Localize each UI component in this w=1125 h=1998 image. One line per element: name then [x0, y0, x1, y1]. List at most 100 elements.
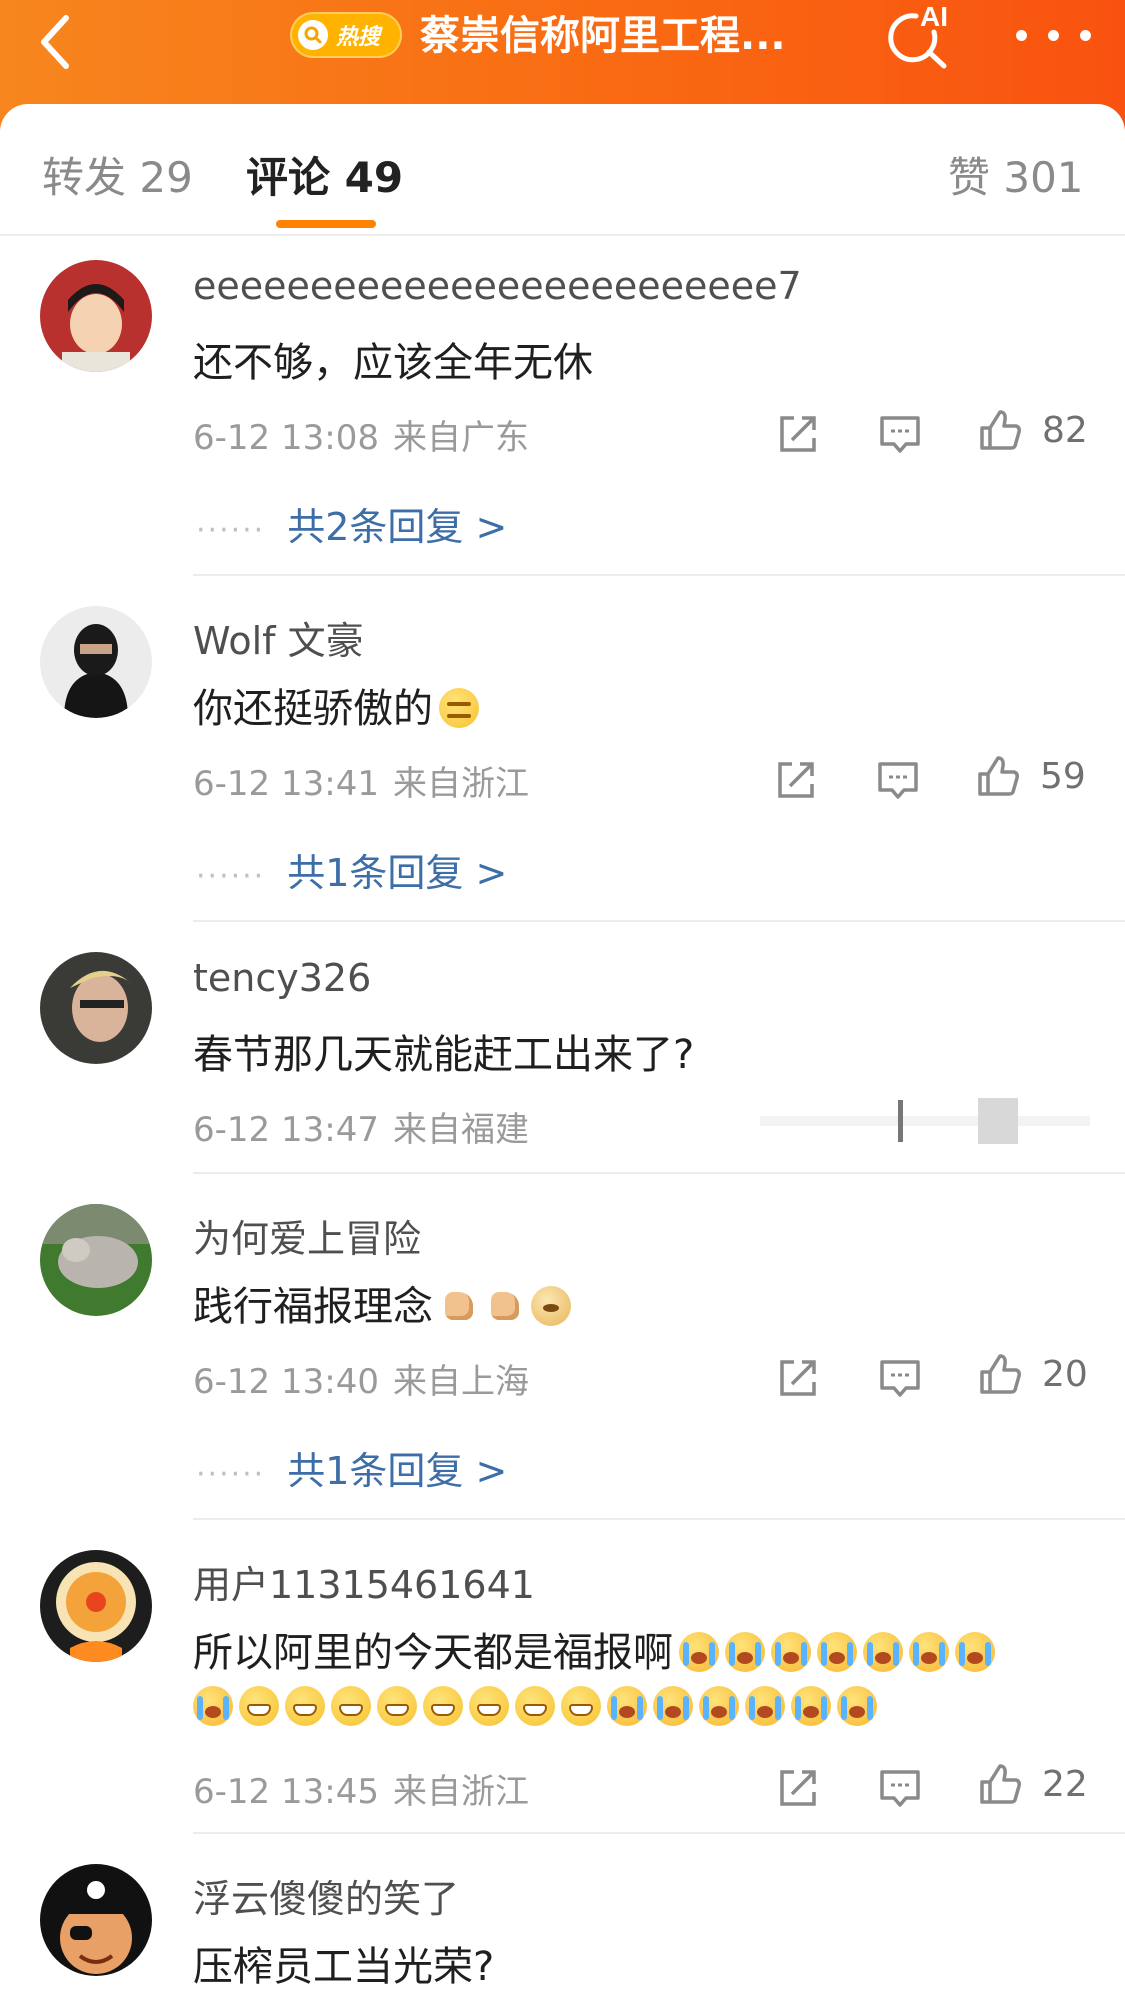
grin-emoji-icon [331, 1686, 371, 1726]
comment-meta: 6-12 13:08 来自广东 [193, 410, 529, 459]
view-replies-link[interactable]: ······ 共1条回复 > [196, 842, 507, 897]
replies-label: 共2条回复 > [287, 505, 508, 549]
like-icon[interactable] [976, 1760, 1024, 1808]
grin-emoji-icon [377, 1686, 417, 1726]
like-count: 59 [1040, 756, 1086, 797]
comment-meta: 6-12 13:41 来自浙江 [193, 756, 529, 805]
replies-dots: ······ [196, 513, 266, 548]
cry-emoji-icon [909, 1632, 949, 1672]
avatar[interactable] [40, 606, 152, 718]
comment-username[interactable]: 用户11315461641 [193, 1554, 535, 1609]
ai-label: AI [920, 1, 948, 32]
comment-text: 你还挺骄傲的 [193, 676, 479, 734]
comment-text: 春节那几天就能赶工出来了? [193, 1032, 695, 1078]
replies-dots: ······ [196, 859, 266, 894]
ai-search-button[interactable]: AI [880, 0, 960, 72]
comment-username[interactable]: Wolf 文豪 [193, 610, 364, 665]
share-icon[interactable] [774, 1764, 822, 1812]
share-icon[interactable] [772, 756, 820, 804]
comment-divider [193, 1172, 1125, 1174]
comment-username[interactable]: 为何爱上冒险 [193, 1208, 421, 1263]
comment-time: 6-12 13:41 [193, 764, 379, 804]
share-icon[interactable] [774, 1354, 822, 1402]
like-count: 20 [1042, 1354, 1088, 1395]
comment-text-body: 所以阿里的今天都是福报啊 [193, 1630, 673, 1676]
view-replies-link[interactable]: ······ 共2条回复 > [196, 496, 507, 551]
comment-text: 践行福报理念 [193, 1274, 571, 1332]
comment-icon[interactable] [876, 1764, 924, 1812]
thumbs-up-emoji-icon [439, 1286, 479, 1326]
replies-label: 共1条回复 > [287, 1449, 508, 1493]
comment-time: 6-12 13:40 [193, 1362, 379, 1402]
more-button[interactable] [1010, 14, 1098, 54]
avatar[interactable] [40, 1204, 152, 1316]
search-icon [298, 20, 328, 50]
replies-dots: ······ [196, 1457, 266, 1492]
comment-text: 还不够，应该全年无休 [193, 340, 593, 386]
comment-divider [193, 1518, 1125, 1520]
comment-location: 来自上海 [392, 1362, 529, 1402]
grin-emoji-icon [239, 1686, 279, 1726]
cry-emoji-icon [607, 1686, 647, 1726]
thumbs-up-emoji-icon [485, 1286, 525, 1326]
back-arrow-icon [41, 15, 69, 69]
faded-action-bar [760, 1098, 1090, 1144]
cry-emoji-icon [791, 1686, 831, 1726]
like-count: 22 [1042, 1764, 1088, 1805]
comment-meta: 6-12 13:47 来自福建 [193, 1102, 529, 1151]
grin-emoji-icon [469, 1686, 509, 1726]
comment-icon[interactable] [876, 410, 924, 458]
smirk-emoji-icon [439, 688, 479, 728]
comment-location: 来自广东 [392, 418, 529, 458]
avatar[interactable] [40, 260, 152, 372]
avatar[interactable] [40, 1864, 152, 1976]
share-icon[interactable] [774, 410, 822, 458]
like-icon[interactable] [974, 752, 1022, 800]
comment-meta: 6-12 13:45 来自浙江 [193, 1764, 529, 1813]
comment-text-line2 [193, 1684, 877, 1730]
comment-text: 压榨员工当光荣? [193, 1944, 495, 1990]
grin-emoji-icon [515, 1686, 555, 1726]
grin-emoji-icon [561, 1686, 601, 1726]
comment-location: 来自福建 [392, 1110, 529, 1150]
comment-icon[interactable] [876, 1354, 924, 1402]
cry-emoji-icon [771, 1632, 811, 1672]
comment-location: 来自浙江 [392, 1772, 529, 1812]
comment-time: 6-12 13:08 [193, 418, 379, 458]
cry-emoji-icon [817, 1632, 857, 1672]
doge-emoji-icon [531, 1286, 571, 1326]
tab-comments[interactable]: 评论 49 [246, 144, 403, 205]
comment-icon[interactable] [874, 756, 922, 804]
comment-location: 来自浙江 [392, 764, 529, 804]
comment-username[interactable]: eeeeeeeeeeeeeeeeeeeeeeeee7 [193, 264, 802, 308]
view-replies-link[interactable]: ······ 共1条回复 > [196, 1440, 507, 1495]
replies-label: 共1条回复 > [287, 851, 508, 895]
hot-search-badge[interactable]: 热搜 [290, 12, 402, 58]
cry-emoji-icon [863, 1632, 903, 1672]
cry-emoji-icon [193, 1686, 233, 1726]
tab-likes[interactable]: 赞 301 [948, 144, 1084, 205]
back-button[interactable] [28, 6, 88, 76]
comment-text-body: 践行福报理念 [193, 1284, 433, 1330]
tab-divider [0, 234, 1125, 236]
comment-time: 6-12 13:45 [193, 1772, 379, 1812]
tab-reposts[interactable]: 转发 29 [42, 144, 193, 205]
comment-username[interactable]: tency326 [193, 956, 371, 1000]
cry-emoji-icon [699, 1686, 739, 1726]
active-tab-indicator [276, 220, 376, 228]
like-icon[interactable] [976, 1350, 1024, 1398]
like-icon[interactable] [976, 406, 1024, 454]
grin-emoji-icon [423, 1686, 463, 1726]
cry-emoji-icon [955, 1632, 995, 1672]
grin-emoji-icon [285, 1686, 325, 1726]
cry-emoji-icon [837, 1686, 877, 1726]
comment-meta: 6-12 13:40 来自上海 [193, 1354, 529, 1403]
comment-time: 6-12 13:47 [193, 1110, 379, 1150]
avatar[interactable] [40, 1550, 152, 1662]
like-count: 82 [1042, 410, 1088, 451]
comment-divider [193, 920, 1125, 922]
comment-username[interactable]: 浮云傻傻的笑了 [193, 1868, 459, 1923]
avatar[interactable] [40, 952, 152, 1064]
comment-text-body: 你还挺骄傲的 [193, 686, 433, 732]
comment-divider [193, 574, 1125, 576]
